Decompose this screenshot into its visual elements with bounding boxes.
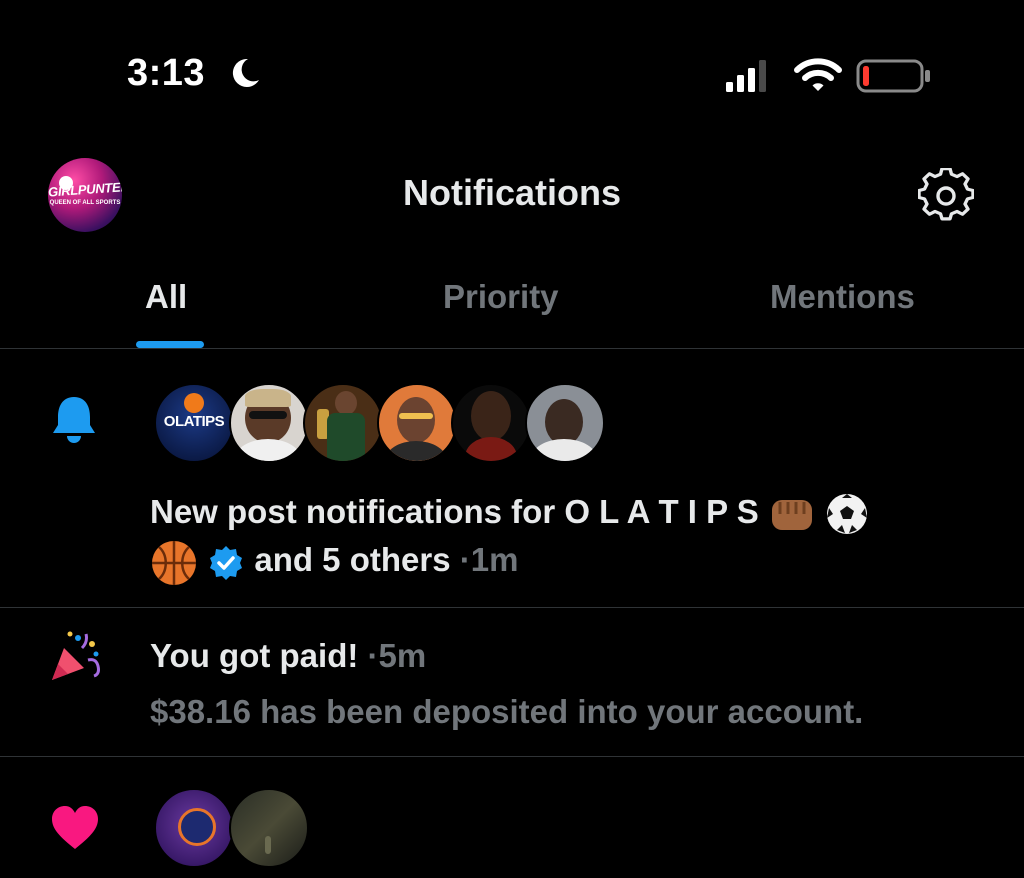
divider xyxy=(0,348,1024,349)
basketball-emoji-icon xyxy=(152,540,196,585)
tab-all[interactable]: All xyxy=(145,278,187,316)
verified-badge-icon xyxy=(210,545,243,580)
battery-icon xyxy=(856,59,930,93)
party-popper-icon xyxy=(52,631,100,680)
notification-prefix: New post notifications for O L A T I P S xyxy=(150,493,759,530)
notification-time: 5m xyxy=(378,637,427,674)
avatar-user[interactable] xyxy=(377,383,457,463)
heart-icon xyxy=(52,806,98,849)
avatar-user[interactable] xyxy=(229,383,309,463)
notification-time: 1m xyxy=(470,541,519,579)
avatar-user[interactable] xyxy=(154,788,234,868)
avatar-user[interactable] xyxy=(303,383,383,463)
cellular-signal-icon xyxy=(726,60,766,92)
divider xyxy=(0,607,1024,608)
payment-title: You got paid! xyxy=(150,637,359,674)
wifi-icon xyxy=(794,58,842,91)
separator-dot: · xyxy=(459,541,471,579)
fist-emoji-icon xyxy=(771,500,812,531)
tab-priority[interactable]: Priority xyxy=(443,278,559,316)
notification-suffix: and 5 others xyxy=(254,541,451,579)
notification-text: New post notifications for O L A T I P S… xyxy=(150,488,970,587)
avatar-olatips-label: OLATIPS xyxy=(163,413,225,430)
avatar-user[interactable] xyxy=(451,383,531,463)
page-title: Notifications xyxy=(402,172,621,213)
tab-mentions[interactable]: Mentions xyxy=(770,278,915,316)
tab-selected-indicator xyxy=(136,341,204,348)
avatar-olatips[interactable]: OLATIPS xyxy=(154,383,234,463)
settings-gear-icon[interactable] xyxy=(918,168,974,224)
soccer-ball-emoji-icon xyxy=(827,494,868,535)
basketball-icon xyxy=(184,393,204,413)
status-time: 3:13 xyxy=(127,52,206,94)
avatar-user[interactable] xyxy=(525,383,605,463)
bell-icon xyxy=(53,397,95,443)
notification-title: You got paid! ·5m xyxy=(150,637,426,675)
payment-body: $38.16 has been deposited into your acco… xyxy=(150,693,864,730)
moon-icon xyxy=(232,58,259,87)
separator-dot: · xyxy=(367,637,379,674)
divider xyxy=(0,756,1024,757)
avatar-user[interactable] xyxy=(229,788,309,868)
